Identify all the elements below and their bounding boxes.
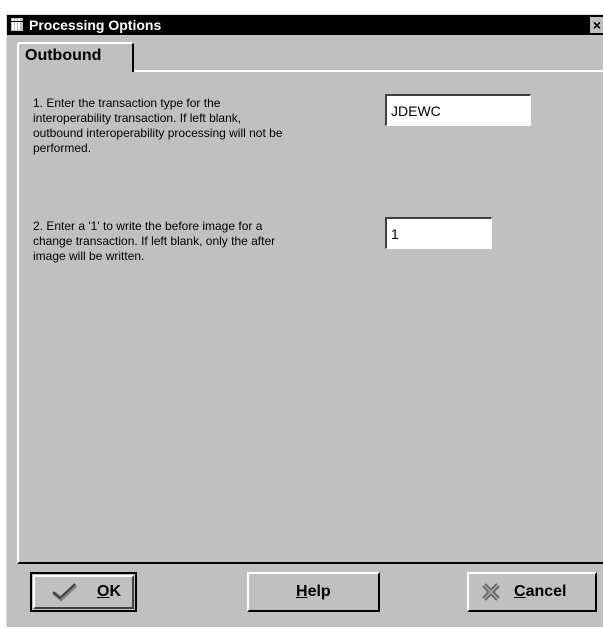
window-title: Processing Options [29, 17, 162, 33]
help-label-rest: elp [307, 583, 331, 600]
tab-outbound[interactable]: Outbound [17, 42, 134, 72]
ok-label-rest: K [109, 583, 122, 600]
checkmark-icon [52, 583, 78, 602]
option-2-prompt: 2. Enter a '1' to write the before image… [33, 219, 276, 263]
cancel-label-rest: ancel [525, 583, 567, 600]
cancel-mnemonic: C [514, 583, 526, 600]
help-mnemonic: H [296, 583, 308, 600]
before-image-input[interactable] [385, 217, 492, 249]
title-bar[interactable]: Processing Options × [7, 15, 603, 35]
ok-button[interactable]: OK [30, 572, 137, 612]
cancel-button[interactable]: Cancel [467, 572, 597, 612]
processing-options-dialog: Processing Options × Outbound 1. Enter t… [6, 14, 603, 627]
close-button[interactable]: × [590, 17, 603, 33]
ok-mnemonic: O [97, 583, 110, 600]
help-button[interactable]: Help [247, 572, 380, 612]
tab-outbound-label: Outbound [25, 47, 102, 64]
app-icon [11, 18, 23, 31]
option-1-prompt: 1. Enter the transaction type for the in… [33, 96, 283, 155]
cancel-x-icon [482, 583, 500, 601]
transaction-type-input[interactable] [385, 94, 531, 126]
